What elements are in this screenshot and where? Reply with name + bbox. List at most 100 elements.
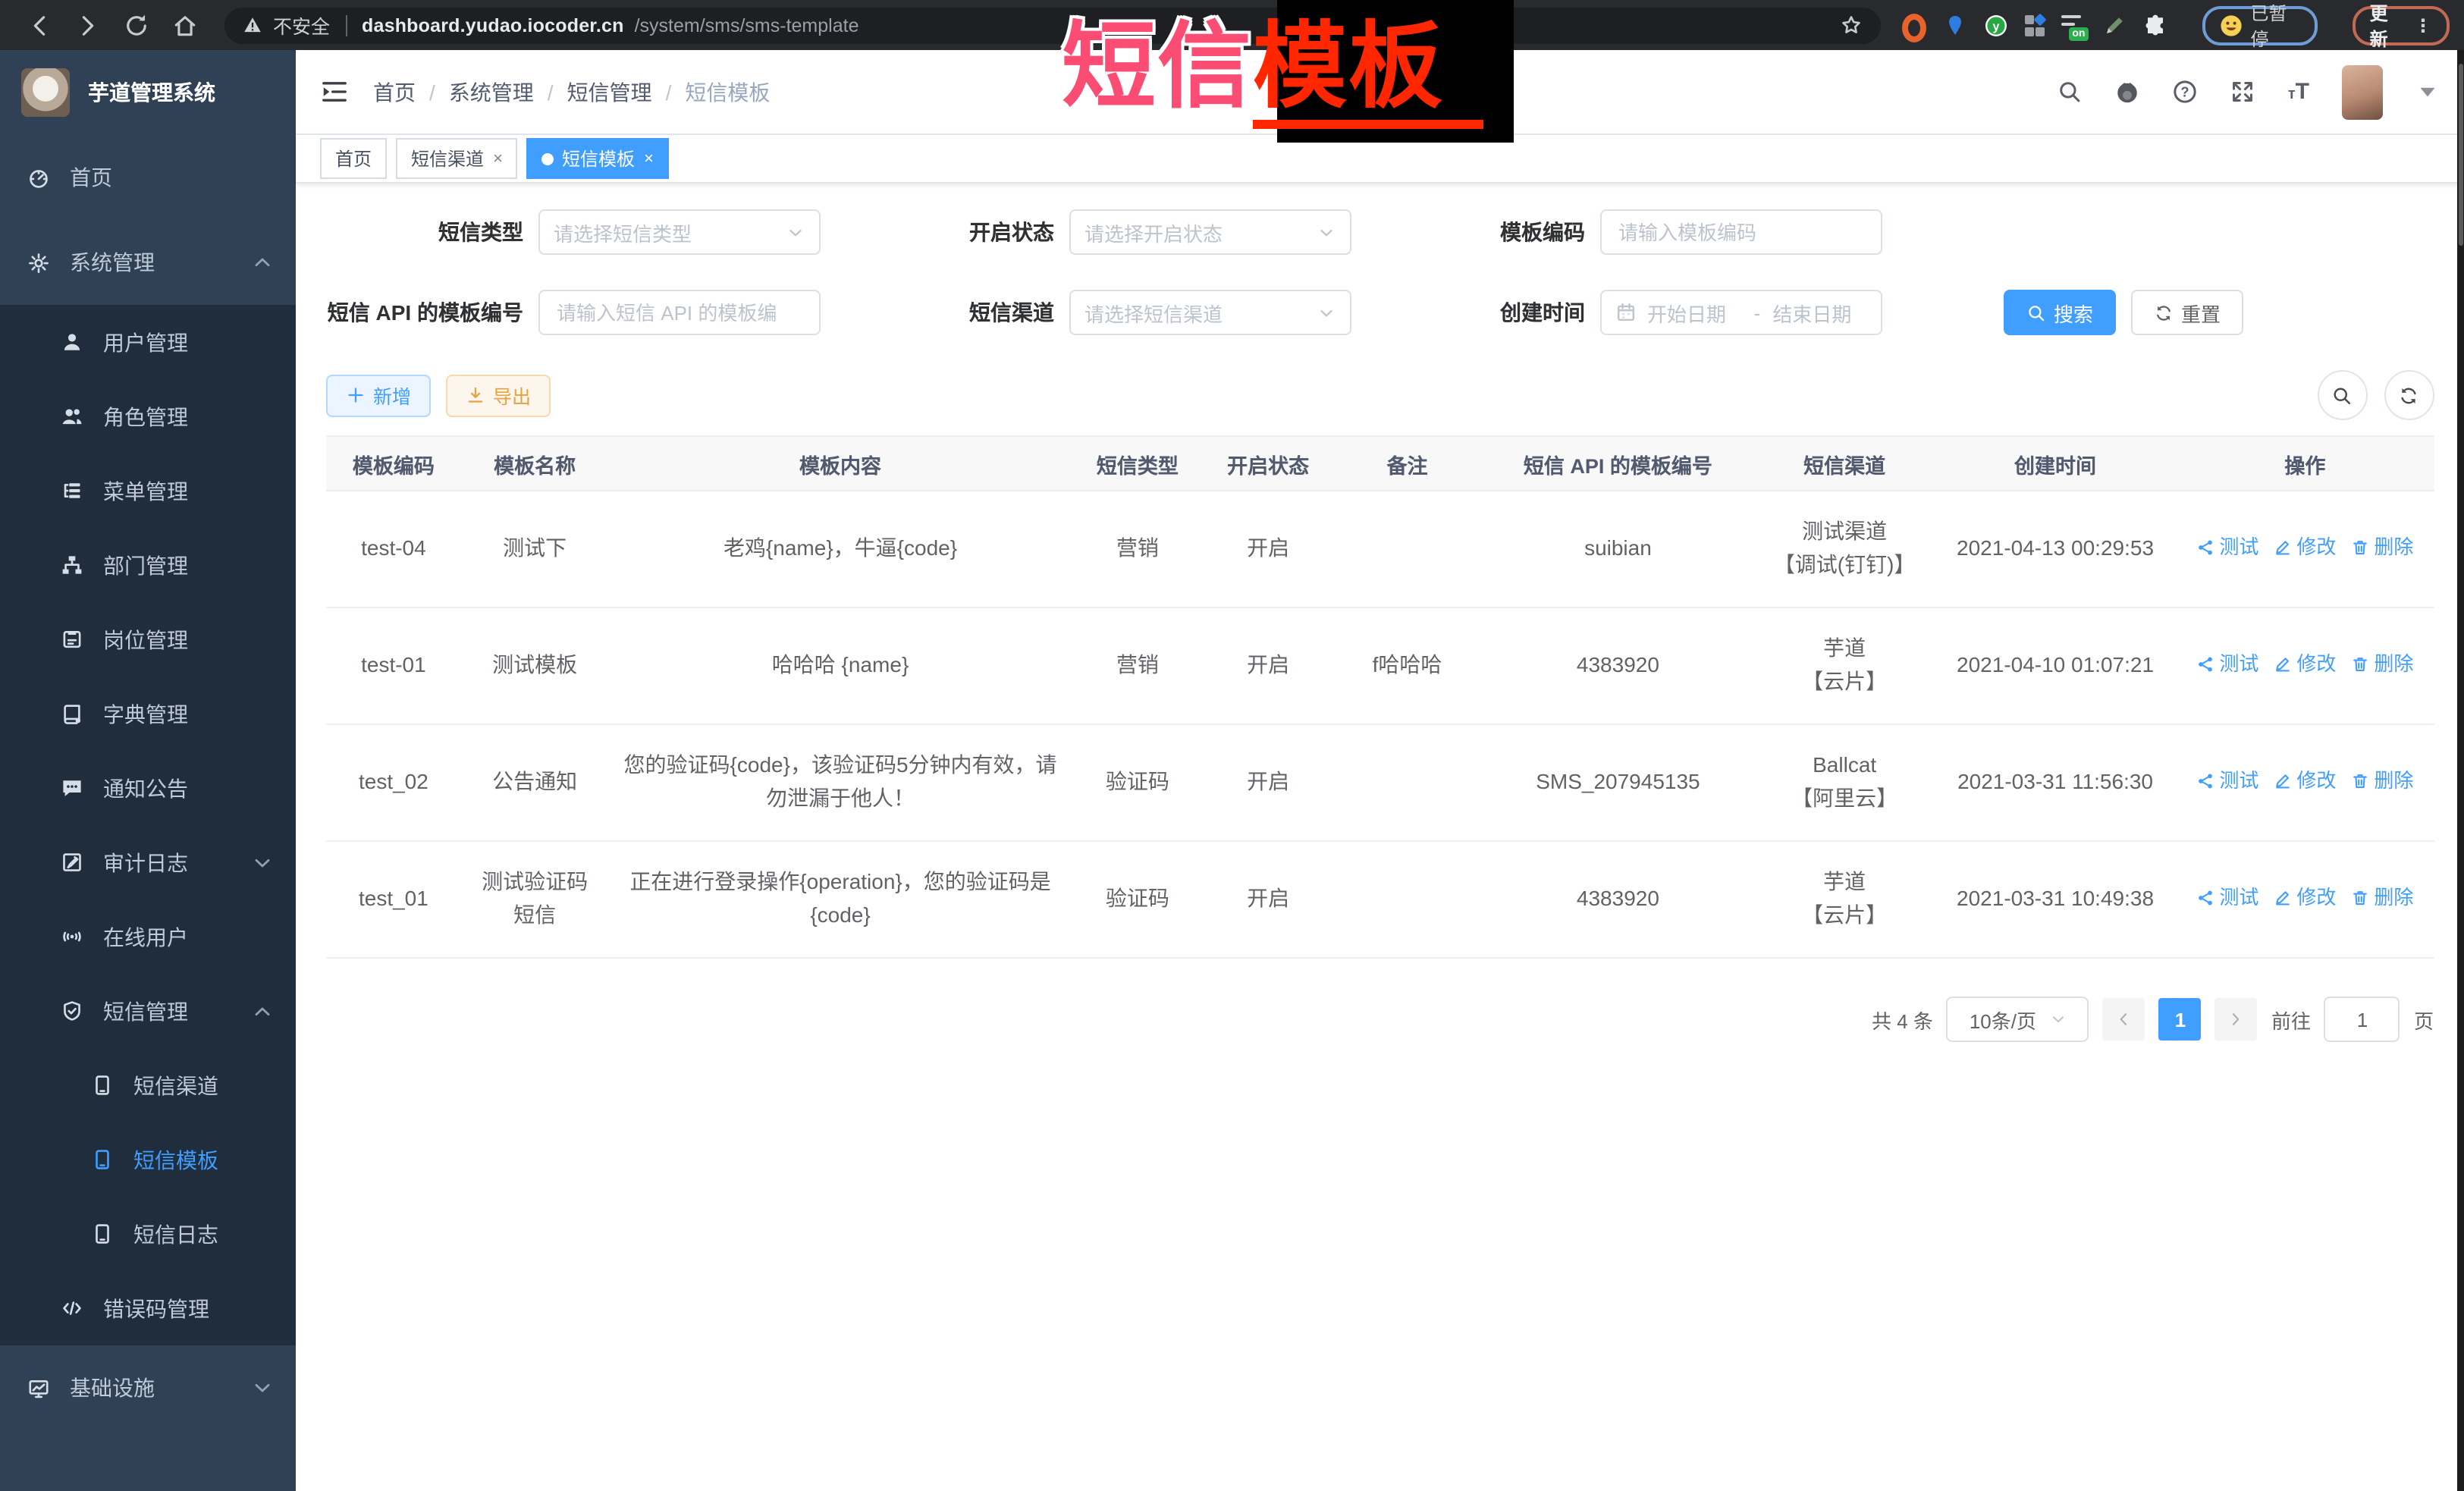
close-icon[interactable]: × xyxy=(493,149,503,168)
test-link[interactable]: 测试 xyxy=(2196,532,2258,562)
extensions-puzzle-icon[interactable] xyxy=(2142,13,2167,37)
sidebar-item[interactable]: 岗位管理 xyxy=(0,602,296,676)
sidebar-item-label: 短信日志 xyxy=(133,1219,218,1249)
reload-icon[interactable] xyxy=(123,11,150,39)
github-icon[interactable] xyxy=(2115,79,2141,105)
sidebar-item[interactable]: 审计日志 xyxy=(0,825,296,899)
reset-button[interactable]: 重置 xyxy=(2131,290,2243,335)
test-link[interactable]: 测试 xyxy=(2196,765,2258,796)
sidebar-logo[interactable]: 芋道管理系统 xyxy=(0,50,296,135)
current-page-button[interactable]: 1 xyxy=(2159,998,2202,1041)
search-button[interactable]: 搜索 xyxy=(2004,290,2116,335)
code-icon xyxy=(61,1297,83,1320)
sidebar-item[interactable]: 在线用户 xyxy=(0,899,296,974)
next-page-button[interactable] xyxy=(2215,998,2258,1041)
sidebar-collapse-icon[interactable] xyxy=(320,77,349,106)
sidebar-item[interactable]: 部门管理 xyxy=(0,528,296,602)
font-size-icon[interactable]: тT xyxy=(2288,80,2309,103)
edit-link[interactable]: 修改 xyxy=(2274,532,2336,562)
profile-paused-pill[interactable]: 已暂停 xyxy=(2202,5,2318,45)
chevron-down-icon[interactable] xyxy=(2414,79,2440,105)
search-icon[interactable] xyxy=(2058,79,2083,105)
date-range-picker[interactable]: 开始日期 - 结束日期 xyxy=(1600,290,1882,335)
cell-api-template-id: SMS_207945135 xyxy=(1481,724,1755,841)
template-code-input[interactable] xyxy=(1615,219,1867,245)
sidebar-item[interactable]: 角色管理 xyxy=(0,379,296,454)
sidebar-item[interactable]: 短信模板 xyxy=(0,1122,296,1197)
tag-active[interactable]: 短信模板× xyxy=(527,138,669,179)
avatar[interactable] xyxy=(2341,64,2382,119)
breadcrumb-item[interactable]: 短信管理 xyxy=(567,80,652,104)
fullscreen-icon[interactable] xyxy=(2230,79,2256,105)
address-bar[interactable]: 不安全 dashboard.yudao.iocoder.cn/system/sm… xyxy=(224,7,1881,43)
extension-list-icon[interactable]: on xyxy=(2062,13,2086,37)
goto-label: 前往 xyxy=(2271,1005,2311,1034)
sidebar-item[interactable]: 短信管理 xyxy=(0,974,296,1048)
breadcrumb-item[interactable]: 系统管理 xyxy=(449,80,534,104)
channel-select[interactable]: 请选择短信渠道 xyxy=(1069,290,1351,335)
column-header: 备注 xyxy=(1333,436,1481,491)
cell-api-template-id: 4383920 xyxy=(1481,607,1755,724)
column-header: 短信 API 的模板编号 xyxy=(1481,436,1755,491)
delete-link[interactable]: 删除 xyxy=(2351,532,2413,562)
breadcrumb-item[interactable]: 首页 xyxy=(373,80,416,104)
extension-grid-icon[interactable] xyxy=(2025,14,2045,36)
menu-dots-icon[interactable]: ⋮ xyxy=(2414,14,2432,36)
extension-y-icon[interactable]: y xyxy=(1984,13,2008,37)
extension-pin-icon[interactable] xyxy=(1943,13,1967,37)
delete-link[interactable]: 删除 xyxy=(2351,765,2413,796)
filter-channel: 短信渠道 请选择短信渠道 xyxy=(857,290,1351,335)
sidebar-item[interactable]: 系统管理 xyxy=(0,220,296,305)
help-icon[interactable]: ? xyxy=(2173,79,2199,105)
close-icon[interactable]: × xyxy=(644,149,654,168)
home-icon[interactable] xyxy=(171,11,199,39)
forward-icon[interactable] xyxy=(74,11,102,39)
cell-type: 营销 xyxy=(1072,491,1203,607)
sidebar-item[interactable]: 菜单管理 xyxy=(0,454,296,528)
page-size-select[interactable]: 10条/页 xyxy=(1947,997,2089,1042)
sidebar-item[interactable]: 错误码管理 xyxy=(0,1271,296,1345)
delete-link[interactable]: 删除 xyxy=(2351,648,2413,679)
prev-page-button[interactable] xyxy=(2103,998,2145,1041)
active-dot xyxy=(542,152,554,165)
sidebar-item[interactable]: 短信渠道 xyxy=(0,1048,296,1122)
sidebar-item[interactable]: 短信日志 xyxy=(0,1197,296,1271)
sidebar-item[interactable]: 用户管理 xyxy=(0,305,296,379)
sidebar-item[interactable]: 通知公告 xyxy=(0,751,296,825)
test-link[interactable]: 测试 xyxy=(2196,648,2258,679)
api-template-id-input[interactable] xyxy=(554,300,805,325)
notice-icon xyxy=(61,777,83,799)
delete-link[interactable]: 删除 xyxy=(2351,882,2413,912)
scrollbar-thumb[interactable] xyxy=(2458,64,2462,246)
test-link[interactable]: 测试 xyxy=(2196,882,2258,912)
window-scrollbar[interactable] xyxy=(2456,50,2464,1491)
divider xyxy=(345,14,347,36)
svg-text:y: y xyxy=(1993,20,2000,33)
back-icon[interactable] xyxy=(26,11,53,39)
cell-status: 开启 xyxy=(1203,841,1333,958)
edit-link[interactable]: 修改 xyxy=(2274,765,2336,796)
cell-actions: 测试修改删除 xyxy=(2177,724,2434,841)
sidebar-item[interactable]: 首页 xyxy=(0,135,296,220)
sidebar-item[interactable]: 基础设施 xyxy=(0,1345,296,1430)
add-button[interactable]: 新增 xyxy=(326,374,431,416)
toggle-search-button[interactable] xyxy=(2317,370,2367,420)
sidebar-item[interactable]: 字典管理 xyxy=(0,676,296,751)
tag-item[interactable]: 短信渠道× xyxy=(396,138,518,179)
tag-item[interactable]: 首页 xyxy=(320,138,387,179)
edit-link[interactable]: 修改 xyxy=(2274,648,2336,679)
extension-pen-icon[interactable] xyxy=(2101,13,2126,37)
extension-ring-icon[interactable] xyxy=(1902,13,1926,37)
sms-type-select[interactable]: 请选择短信类型 xyxy=(538,209,821,255)
extensions-row: y on 已暂停 更新 ⋮ xyxy=(1902,5,2449,45)
warning-icon xyxy=(243,15,262,35)
url-path: /system/sms/sms-template xyxy=(635,14,859,36)
browser-update-button[interactable]: 更新 ⋮ xyxy=(2353,5,2449,45)
export-button[interactable]: 导出 xyxy=(446,374,551,416)
status-select[interactable]: 请选择开启状态 xyxy=(1069,209,1351,255)
refresh-table-button[interactable] xyxy=(2384,370,2434,420)
edit-link[interactable]: 修改 xyxy=(2274,882,2336,912)
sidebar-item-label: 岗位管理 xyxy=(103,624,188,654)
bookmark-star-icon[interactable] xyxy=(1840,14,1863,36)
goto-page-input[interactable] xyxy=(2324,997,2400,1042)
